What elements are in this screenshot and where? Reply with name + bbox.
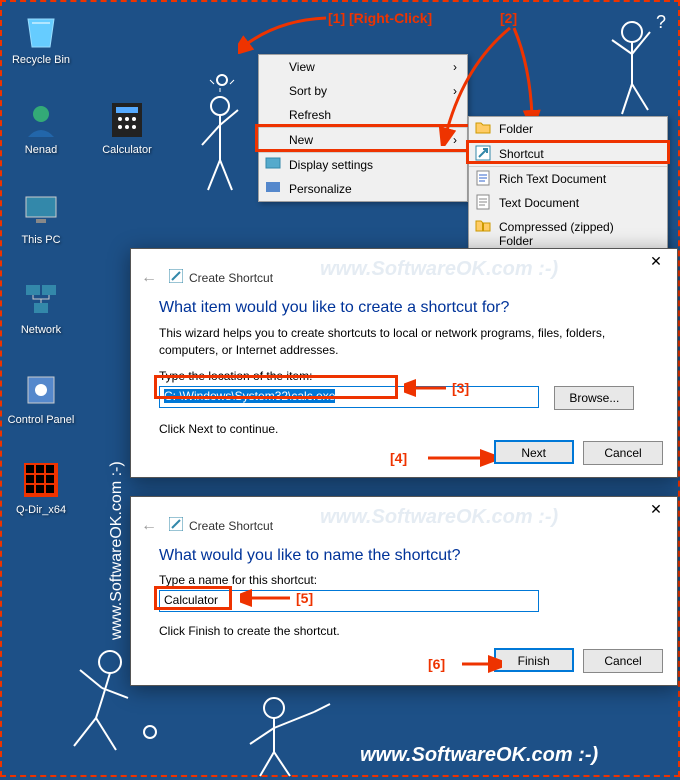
context-menu-new: Folder Shortcut Rich Text Document Text … (468, 116, 668, 254)
arrow-4 (424, 448, 494, 468)
annotation-3: [3] (452, 380, 469, 396)
cancel-button[interactable]: Cancel (583, 649, 663, 673)
dialog-title: Create Shortcut (189, 519, 273, 533)
ctx-personalize[interactable]: Personalize (259, 177, 467, 201)
rtf-icon (475, 170, 491, 186)
desktop-icon-recycle-bin[interactable]: Recycle Bin (6, 10, 76, 66)
desktop-icon-calculator[interactable]: Calculator (92, 100, 162, 156)
dialog-title: Create Shortcut (189, 271, 273, 285)
highlight-location-input (154, 375, 398, 399)
desktop-icon-control-panel[interactable]: Control Panel (6, 370, 76, 426)
computer-icon (21, 190, 61, 230)
next-button[interactable]: Next (494, 440, 574, 464)
cancel-button[interactable]: Cancel (583, 441, 663, 465)
annotation-2: [2] (500, 10, 517, 26)
ctx-rtf[interactable]: Rich Text Document (469, 167, 667, 191)
qdir-icon (21, 460, 61, 500)
desktop-icon-network[interactable]: Network (6, 280, 76, 336)
network-icon (21, 280, 61, 320)
watermark-vertical: www.SoftwareOK.com :-) (108, 461, 126, 640)
dialog-hint: Click Next to continue. (159, 422, 649, 436)
annotation-5: [5] (296, 590, 313, 606)
highlight-shortcut (466, 140, 670, 164)
user-icon (21, 100, 61, 140)
desktop-icon-qdir[interactable]: Q-Dir_x64 (6, 460, 76, 516)
control-panel-icon (21, 370, 61, 410)
shortcut-icon (169, 517, 183, 531)
arrow-1 (238, 14, 328, 54)
desktop-icon-this-pc[interactable]: This PC (6, 190, 76, 246)
arrow-3 (404, 379, 448, 399)
annotation-4: [4] (390, 450, 407, 466)
stick-figure-pointing (230, 690, 340, 780)
ctx-display-settings[interactable]: Display settings (259, 153, 467, 177)
display-icon (265, 156, 281, 172)
dialog-desc: This wizard helps you to create shortcut… (159, 325, 649, 359)
stick-figure-thinking: ? (600, 14, 670, 124)
watermark-bottom: www.SoftwareOK.com :-) (360, 744, 598, 767)
watermark: www.SoftwareOK.com :-) (320, 506, 558, 529)
stick-figure-idea (190, 70, 250, 200)
dialog-create-shortcut-location: ✕ ← Create Shortcut What item would you … (130, 248, 678, 478)
arrow-5 (240, 588, 292, 608)
watermark: www.SoftwareOK.com :-) (320, 258, 558, 281)
close-button[interactable]: ✕ (641, 501, 671, 521)
annotation-1: [1] [Right-Click] (328, 10, 432, 26)
zip-icon (475, 218, 491, 234)
txt-icon (475, 194, 491, 210)
finish-button[interactable]: Finish (494, 648, 574, 672)
dialog-hint: Click Finish to create the shortcut. (159, 624, 649, 638)
highlight-name-value (154, 586, 232, 610)
ctx-txt[interactable]: Text Document (469, 191, 667, 215)
personalize-icon (265, 180, 281, 196)
desktop-icon-nenad[interactable]: Nenad (6, 100, 76, 156)
back-button[interactable]: ← (141, 517, 157, 535)
calculator-icon (107, 100, 147, 140)
stick-figure-running (50, 640, 170, 770)
back-button[interactable]: ← (141, 269, 157, 287)
arrow-6 (458, 654, 502, 674)
annotation-6: [6] (428, 656, 445, 672)
recycle-bin-icon (21, 10, 61, 50)
shortcut-icon (169, 269, 183, 283)
close-button[interactable]: ✕ (641, 253, 671, 273)
folder-icon (475, 120, 491, 136)
browse-button[interactable]: Browse... (554, 386, 634, 410)
svg-text:?: ? (656, 14, 666, 32)
name-label: Type a name for this shortcut: (159, 573, 649, 587)
